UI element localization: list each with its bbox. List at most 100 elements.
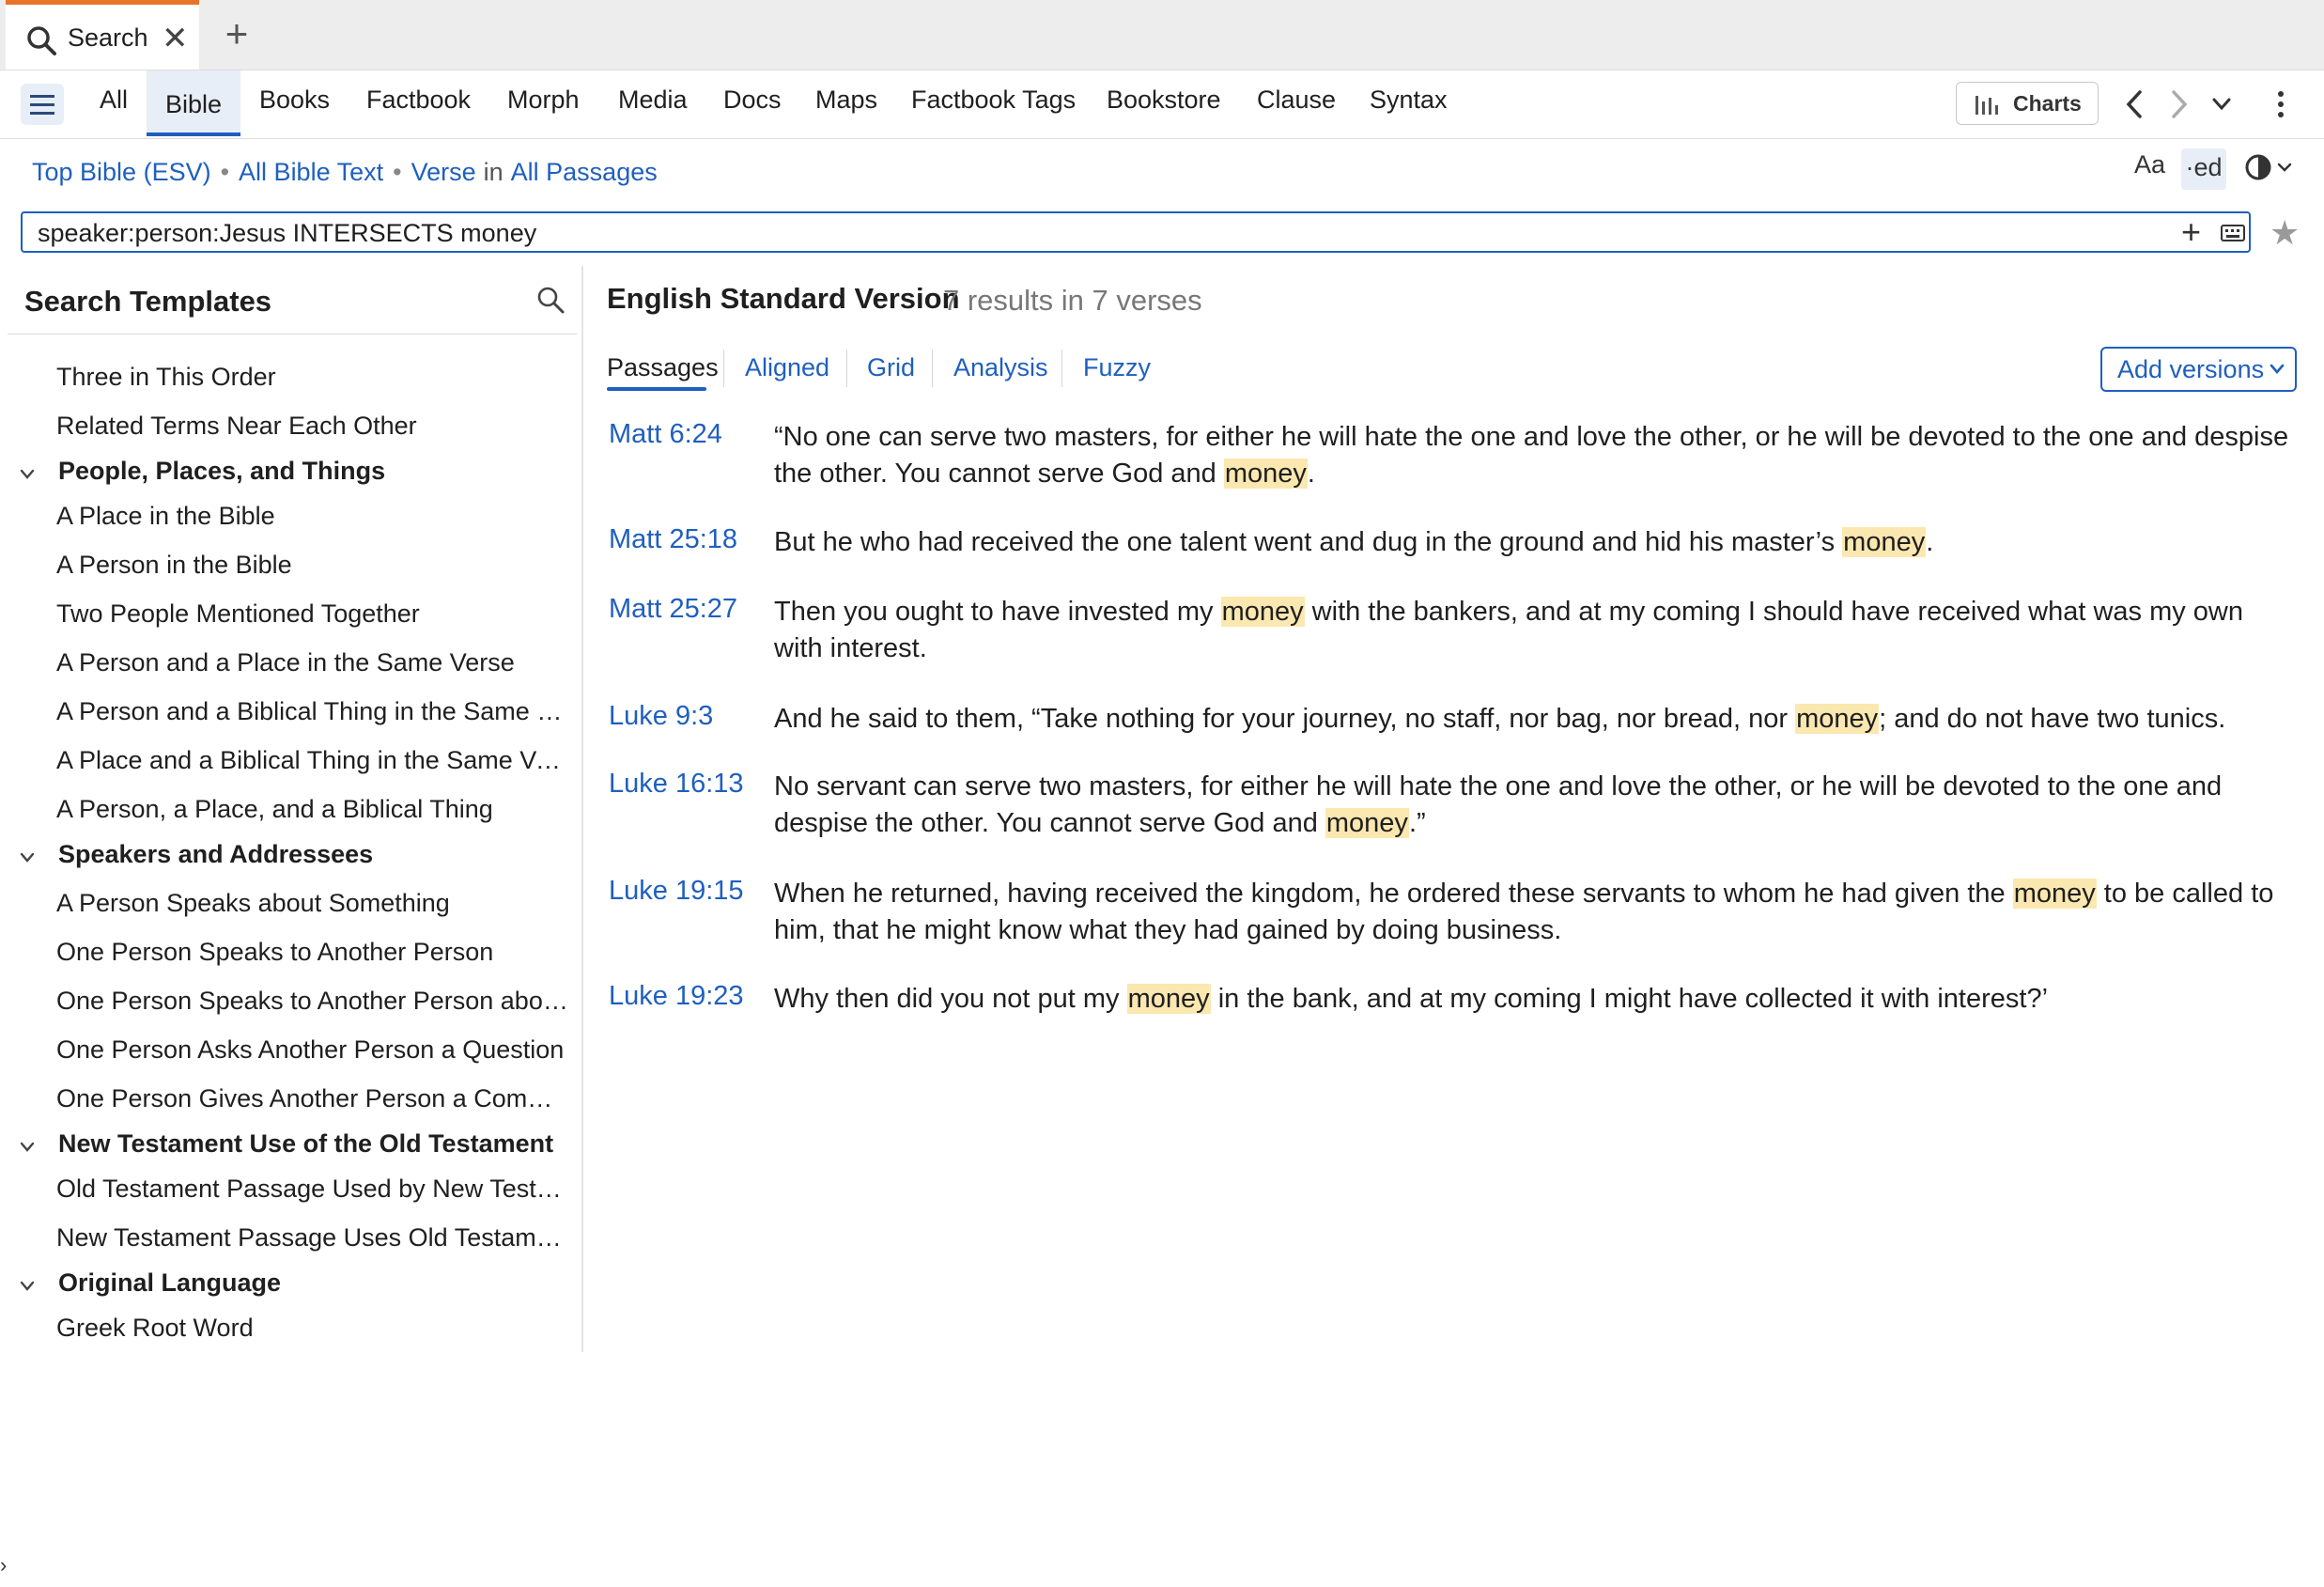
template-item[interactable]: Two People Mentioned Together [56, 599, 569, 629]
search-hit-highlight[interactable]: money [1842, 527, 1927, 557]
search-hit-highlight[interactable]: money [1795, 704, 1880, 734]
tab-passages[interactable]: Passages [607, 353, 719, 382]
tab-fuzzy[interactable]: Fuzzy [1083, 353, 1151, 382]
bar-chart-icon [1975, 96, 1998, 115]
forward-arrow-icon[interactable] [2168, 89, 2191, 119]
back-arrow-icon[interactable] [2123, 89, 2146, 119]
verse-text: But he who had received the one talent w… [774, 524, 2296, 561]
search-query-field[interactable]: + [21, 211, 2251, 253]
new-tab-plus-icon[interactable]: + [218, 13, 256, 54]
tab-aligned[interactable]: Aligned [745, 353, 829, 382]
search-hit-highlight[interactable]: money [1220, 597, 1305, 627]
keyboard-icon[interactable] [2221, 225, 2245, 241]
verse-reference-link[interactable]: Matt 25:18 [609, 524, 737, 555]
verse-text-before: When he returned, having received the ki… [774, 879, 2013, 909]
nav-all[interactable]: All [100, 86, 128, 115]
verse-reference-link[interactable]: Luke 19:15 [609, 876, 744, 907]
tab-analysis[interactable]: Analysis [953, 353, 1048, 382]
templates-divider [8, 334, 577, 335]
verse-reference-link[interactable]: Luke 9:3 [609, 701, 713, 732]
tab-divider [932, 350, 933, 387]
nav-docs[interactable]: Docs [723, 86, 782, 115]
template-category[interactable]: People, Places, and Things [58, 457, 385, 486]
template-item[interactable]: A Place in the Bible [56, 502, 569, 531]
nav-maps[interactable]: Maps [815, 86, 877, 115]
template-item[interactable]: One Person Speaks to Another Person [56, 938, 569, 967]
nav-clause[interactable]: Clause [1257, 86, 1336, 115]
chevron-down-icon [2270, 364, 2285, 374]
history-chevron-down-icon[interactable] [2211, 97, 2232, 112]
search-templates-icon[interactable] [535, 285, 566, 315]
search-hit-highlight[interactable]: money [1325, 808, 1409, 838]
add-term-plus-icon[interactable]: + [2181, 213, 2201, 251]
template-category[interactable]: Speakers and Addressees [58, 840, 373, 869]
template-item[interactable]: A Person and a Place in the Same Verse [56, 648, 569, 677]
nav-bible[interactable]: Bible [147, 70, 241, 136]
template-category[interactable]: Original Language [58, 1268, 281, 1298]
visual-filter-dropdown[interactable] [2241, 150, 2301, 188]
template-item[interactable]: A Place and a Biblical Thing in the Same… [56, 746, 569, 775]
verse-reference-link[interactable]: Matt 25:27 [609, 594, 737, 625]
verse-text-before: But he who had received the one talent w… [774, 527, 1843, 557]
template-item[interactable]: One Person Speaks to Another Person abou… [56, 987, 569, 1016]
nav-factbook-tags[interactable]: Factbook Tags [911, 86, 1076, 115]
nav-morph[interactable]: Morph [507, 86, 580, 115]
template-item[interactable]: A Person and a Biblical Thing in the Sam… [56, 697, 569, 726]
close-tab-icon[interactable]: ✕ [162, 20, 189, 57]
search-hit-highlight[interactable]: money [1223, 459, 1308, 489]
tab-grid[interactable]: Grid [867, 353, 915, 382]
more-options-icon[interactable] [2271, 84, 2290, 125]
active-tab-indicator [607, 387, 706, 391]
tab-search[interactable]: Search ✕ [6, 0, 199, 70]
inflections-toggle[interactable]: ·ed [2181, 148, 2226, 190]
collapse-chevron-icon[interactable] [19, 1278, 36, 1295]
nav-books[interactable]: Books [259, 86, 330, 115]
verse-text: And he said to them, “Take nothing for y… [774, 701, 2296, 738]
contrast-icon [2245, 154, 2292, 180]
template-item[interactable]: One Person Asks Another Person a Questio… [56, 1035, 569, 1065]
menu-icon[interactable] [21, 84, 64, 125]
search-hit-highlight[interactable]: money [2012, 879, 2097, 909]
collapse-chevron-icon[interactable] [19, 466, 36, 483]
search-hit-highlight[interactable]: money [1126, 984, 1211, 1014]
range-selector[interactable]: All Passages [511, 158, 658, 186]
template-item[interactable]: A Person Speaks about Something [56, 889, 569, 918]
add-versions-label: Add versions [2117, 355, 2265, 383]
add-versions-button[interactable]: Add versions [2100, 347, 2297, 392]
charts-button[interactable]: Charts [1956, 82, 2099, 125]
verse-text-after: . [1307, 459, 1315, 489]
collapse-chevron-icon[interactable] [19, 849, 36, 866]
template-item[interactable]: Three in This Order [56, 363, 569, 392]
expand-panel-chevron-icon[interactable]: › [0, 1553, 13, 1587]
nav-media[interactable]: Media [618, 86, 688, 115]
nav-factbook[interactable]: Factbook [366, 86, 471, 115]
template-item[interactable]: Old Testament Passage Used by New Testam… [56, 1175, 569, 1204]
template-item[interactable]: A Person, a Place, and a Biblical Thing [56, 795, 569, 824]
template-item[interactable]: One Person Gives Another Person a Comman… [56, 1084, 569, 1113]
template-category[interactable]: New Testament Use of the Old Testament [58, 1129, 553, 1159]
verse-text-before: Then you ought to have invested my [774, 597, 1221, 627]
templates-title: Search Templates [24, 285, 272, 318]
template-item[interactable]: Greek Root Word [56, 1314, 569, 1343]
search-input[interactable] [36, 215, 2162, 251]
tab-divider [846, 350, 847, 387]
verse-reference-link[interactable]: Luke 19:23 [609, 981, 744, 1012]
collapse-chevron-icon[interactable] [19, 1139, 36, 1156]
unit-selector[interactable]: Verse [411, 158, 476, 186]
template-item[interactable]: A Person in the Bible [56, 551, 569, 580]
search-kind-bar: All Bible Books Factbook Morph Media Doc… [0, 70, 2324, 139]
template-item[interactable]: Related Terms Near Each Other [56, 412, 569, 441]
results-version-title: English Standard Version [607, 282, 960, 315]
favorite-star-icon[interactable]: ★ [2270, 214, 2300, 252]
search-templates-panel: Search Templates Three in This Order Rela… [0, 266, 583, 1577]
verse-text-before: Why then did you not put my [774, 984, 1127, 1014]
scope-selector[interactable]: All Bible Text [239, 158, 383, 186]
nav-bookstore[interactable]: Bookstore [1107, 86, 1221, 115]
verse-text-after: .” [1408, 808, 1426, 838]
font-size-toggle[interactable]: Aa [2134, 150, 2165, 188]
verse-reference-link[interactable]: Matt 6:24 [609, 419, 722, 450]
verse-reference-link[interactable]: Luke 16:13 [609, 769, 744, 800]
nav-syntax[interactable]: Syntax [1370, 86, 1448, 115]
template-item[interactable]: New Testament Passage Uses Old Testament [56, 1223, 569, 1252]
resource-selector[interactable]: Top Bible (ESV) [32, 158, 211, 186]
